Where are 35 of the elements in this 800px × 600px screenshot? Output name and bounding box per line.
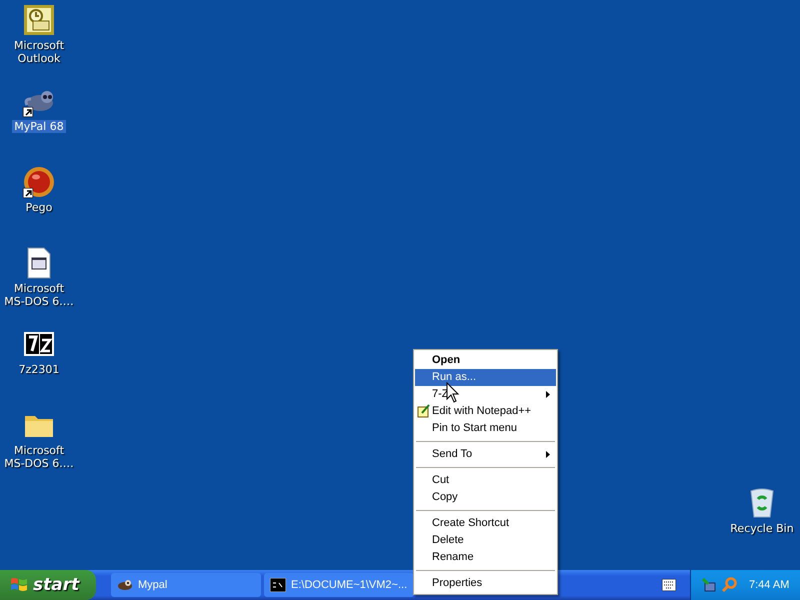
menu-item[interactable]: Copy	[415, 489, 556, 506]
shortcut-arrow-icon	[23, 107, 33, 117]
icon-label[interactable]: Recycle Bin	[728, 522, 796, 535]
menu-item[interactable]: Edit with Notepad++	[415, 403, 556, 420]
menu-item[interactable]: Send To	[415, 446, 556, 463]
taskbar-button[interactable]: Mypal	[111, 573, 261, 597]
shortcut-arrow-icon	[23, 188, 33, 198]
menu-item[interactable]: Rename	[415, 549, 556, 566]
start-button[interactable]: start	[0, 570, 96, 600]
menu-item[interactable]: Create Shortcut	[415, 515, 556, 532]
keyboard-icon[interactable]	[662, 579, 676, 591]
outlook-icon[interactable]	[23, 4, 55, 36]
console-icon	[270, 578, 286, 592]
icon-label[interactable]: MyPal 68	[12, 120, 66, 133]
icon-label[interactable]: Microsoft MS-DOS 6.…	[2, 444, 76, 470]
icon-label[interactable]: Microsoft Outlook	[2, 39, 76, 65]
clock[interactable]: 7:44 AM	[749, 579, 790, 591]
menu-item[interactable]: Delete	[415, 532, 556, 549]
icon-label[interactable]: Pego	[2, 201, 76, 214]
icon-label[interactable]: 7z2301	[2, 363, 76, 376]
network-icon[interactable]	[701, 577, 717, 593]
raccoon-icon	[117, 577, 133, 593]
menu-item[interactable]: Cut	[415, 472, 556, 489]
windows-flag-icon	[10, 576, 28, 594]
menu-item[interactable]: Run as...	[415, 369, 556, 386]
menu-item[interactable]: Pin to Start menu	[415, 420, 556, 437]
menu-item[interactable]: Open	[415, 352, 556, 369]
icon-label[interactable]: Microsoft MS-DOS 6.…	[2, 282, 76, 308]
taskbar-button[interactable]: E:\DOCUME~1\VM2~...	[264, 573, 414, 597]
mouse-pointer-icon	[446, 382, 460, 404]
ball-icon[interactable]	[23, 166, 55, 198]
notepad-icon	[417, 404, 431, 418]
submenu-arrow-icon	[546, 451, 550, 458]
menu-item[interactable]: Properties	[415, 575, 556, 592]
submenu-arrow-icon	[546, 391, 550, 398]
